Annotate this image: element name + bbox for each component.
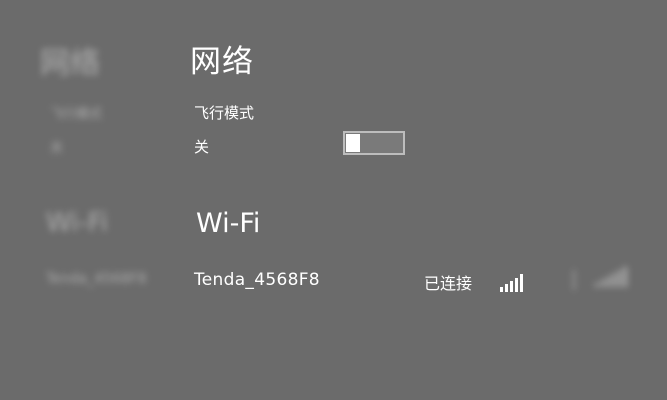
airplane-mode-label: 飞行模式 [194, 104, 255, 122]
ghost-network-name: Tenda_4568F8 [46, 271, 147, 287]
toggle-knob [346, 134, 360, 152]
page-title: 网络 [190, 44, 254, 80]
airplane-mode-state: 关 [194, 138, 210, 156]
wifi-section-title: Wi-Fi [196, 208, 261, 239]
network-panel: 网络 飞行模式 关 Wi-Fi Tenda_4568F8 已连接 [190, 0, 590, 400]
ghost-title: 网络 [40, 46, 100, 81]
ghost-signal-icon [595, 267, 627, 287]
airplane-mode-toggle[interactable] [343, 131, 405, 155]
network-name: Tenda_4568F8 [194, 270, 320, 290]
ghost-wifi-title: Wi-Fi [46, 208, 109, 238]
wifi-network-item[interactable]: Tenda_4568F8 已连接 [194, 266, 534, 296]
background-ghost-panel: 网络 飞行模式 关 Wi-Fi Tenda_4568F8 [0, 0, 150, 400]
network-status: 已连接 [424, 274, 473, 293]
ghost-airplane-state: 关 [50, 141, 64, 156]
ghost-airplane-label: 飞行模式 [50, 107, 103, 122]
signal-strength-icon [500, 268, 526, 292]
